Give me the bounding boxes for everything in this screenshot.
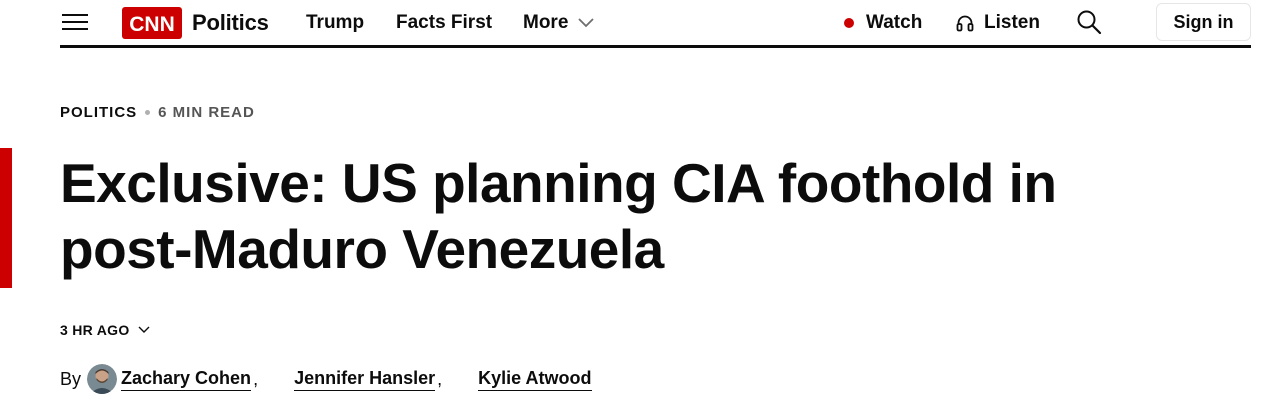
watch-button[interactable]: Watch [844,0,922,45]
sign-in-button[interactable]: Sign in [1156,3,1251,41]
headphones-icon [956,15,974,31]
listen-button[interactable]: Listen [956,0,1040,45]
cnn-politics-logo[interactable]: CNN Politics [122,7,269,39]
byline-comma: , [437,368,443,389]
article-kicker: POLITICS 6 MIN READ [60,104,255,121]
search-icon[interactable] [1076,9,1102,35]
chevron-down-icon [578,17,595,27]
timestamp-label: 3 HR AGO [60,322,130,338]
article-headline: Exclusive: US planning CIA foothold in p… [60,152,1057,280]
author-link[interactable]: Jennifer Hansler [294,368,436,391]
author-link[interactable]: Kylie Atwood [478,368,592,391]
listen-label: Listen [984,11,1040,33]
live-dot-icon [844,17,854,28]
hamburger-menu-icon[interactable] [62,13,88,33]
nav-more-menu[interactable]: More [523,0,595,45]
timestamp-toggle[interactable]: 3 HR AGO [60,322,150,338]
cnn-logo-icon: CNN [122,7,182,39]
nav-more-label: More [523,11,569,33]
svg-text:CNN: CNN [129,13,175,36]
byline: By Zachary Cohen , Jennifer Hansler , Ky… [60,362,592,396]
byline-comma: , [253,368,259,389]
headline-accent-bar [0,148,12,288]
nav-link-facts-first[interactable]: Facts First [396,0,492,45]
read-time: 6 MIN READ [158,104,255,121]
site-header: CNN Politics Trump Facts First More Watc… [60,0,1251,48]
section-link[interactable]: POLITICS [60,104,137,121]
author-avatar[interactable] [87,364,118,394]
watch-label: Watch [866,11,923,33]
byline-prefix: By [60,368,82,389]
section-title: Politics [192,10,269,35]
nav-link-trump[interactable]: Trump [306,0,364,45]
author-link[interactable]: Zachary Cohen [121,368,252,391]
separator-dot [145,110,151,115]
chevron-down-icon [138,326,150,333]
